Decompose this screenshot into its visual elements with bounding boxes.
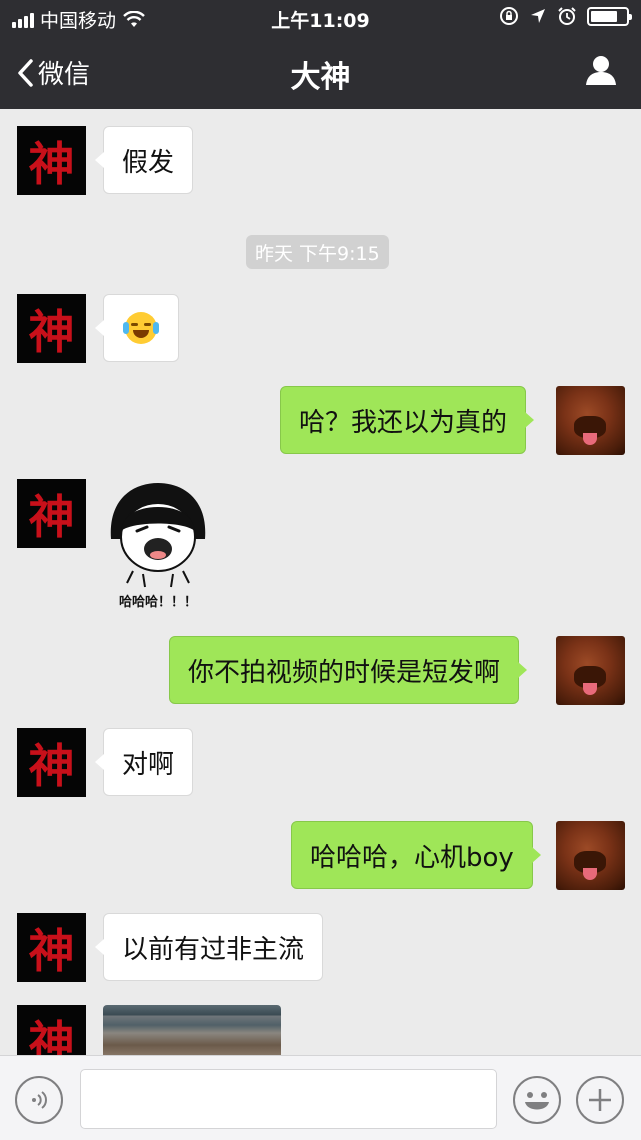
chat-title: 大神: [290, 60, 351, 95]
more-button[interactable]: [576, 1076, 624, 1124]
alarm-icon: [558, 7, 576, 25]
profile-button[interactable]: [585, 54, 617, 90]
status-right: [499, 6, 632, 26]
user-avatar[interactable]: [556, 636, 625, 705]
input-bar: [0, 1055, 641, 1140]
plus-icon: [589, 1089, 611, 1111]
voice-icon: [32, 1091, 47, 1109]
battery-icon: [587, 6, 632, 26]
contact-avatar[interactable]: 神: [17, 294, 86, 363]
timestamp-label: 昨天 下午9:15: [246, 235, 389, 269]
message-bubble-outgoing[interactable]: 哈哈哈，心机boy: [291, 821, 541, 889]
contact-avatar[interactable]: 神: [17, 728, 86, 797]
status-bar: 中国移动 上午11:09: [0, 0, 641, 36]
crying-laughing-emoji-icon: [123, 312, 159, 344]
message-bubble-incoming[interactable]: 以前有过非主流: [94, 913, 324, 981]
message-bubble-outgoing[interactable]: 你不拍视频的时候是短发啊: [169, 636, 528, 704]
message-bubble-incoming[interactable]: [95, 294, 179, 362]
nav-bar: 微信 大神: [0, 36, 641, 109]
emoji-button[interactable]: [513, 1076, 561, 1124]
contact-avatar[interactable]: 神: [17, 913, 86, 982]
contact-avatar[interactable]: 神: [17, 126, 86, 195]
message-input[interactable]: [80, 1069, 497, 1129]
lock-rotation-icon: [500, 7, 518, 25]
chat-area[interactable]: 神 假发 昨天 下午9:15 神 哈？我还以为真的 神 哈哈哈！！！ 你不拍视频…: [0, 109, 641, 1055]
contact-avatar[interactable]: 神: [17, 1005, 86, 1055]
message-bubble-incoming[interactable]: 对啊: [94, 728, 194, 796]
sticker-message[interactable]: 哈哈哈！！！: [103, 479, 213, 611]
user-avatar[interactable]: [556, 386, 625, 455]
message-bubble-outgoing[interactable]: 哈？我还以为真的: [280, 386, 535, 454]
photo-thumbnail[interactable]: [103, 1005, 281, 1055]
voice-button[interactable]: [15, 1076, 63, 1124]
location-icon: [531, 9, 545, 23]
profile-icon: [586, 56, 616, 85]
header: 中国移动 上午11:09 微信 大神: [0, 0, 641, 109]
user-avatar[interactable]: [556, 821, 625, 890]
laughing-face-sticker-icon: [110, 483, 206, 588]
emoji-icon: [525, 1092, 549, 1110]
contact-avatar[interactable]: 神: [17, 479, 86, 548]
message-bubble-incoming[interactable]: 假发: [94, 126, 194, 194]
sticker-caption: 哈哈哈！！！: [118, 595, 197, 610]
